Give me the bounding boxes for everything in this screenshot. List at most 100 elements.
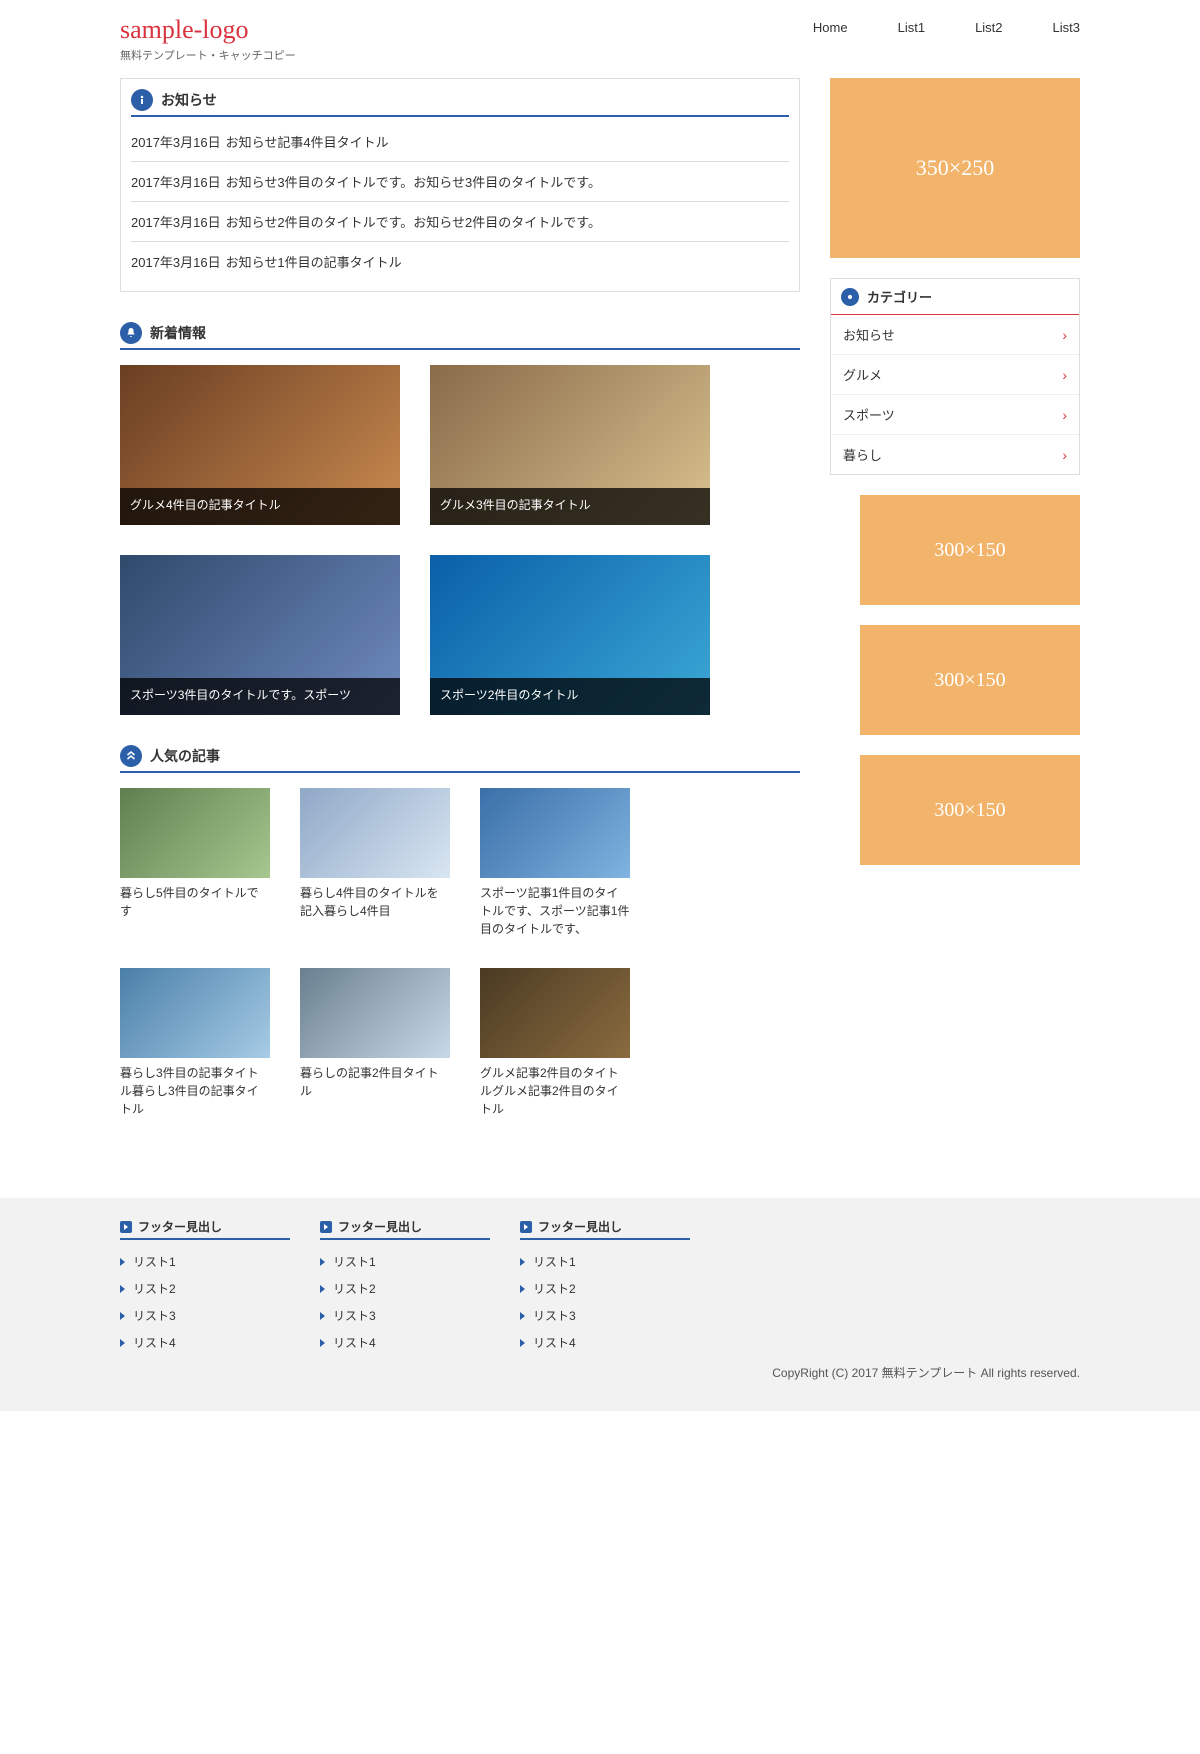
popular-image — [300, 788, 450, 878]
popular-heading: 人気の記事 — [120, 745, 800, 773]
footer-link[interactable]: リスト4 — [320, 1329, 490, 1356]
footer-link[interactable]: リスト4 — [520, 1329, 690, 1356]
news-title: お知らせ2件目のタイトルです。お知らせ2件目のタイトルです。 — [226, 215, 601, 230]
popular-grid: 暮らし5件目のタイトルです 暮らし4件目のタイトルを記入暮らし4件目 スポーツ記… — [120, 788, 800, 1118]
latest-card[interactable]: グルメ4件目の記事タイトル — [120, 365, 400, 525]
arrow-icon — [120, 1221, 132, 1233]
chevron-up-icon — [120, 745, 142, 767]
latest-card[interactable]: スポーツ2件目のタイトル — [430, 555, 710, 715]
footer-link[interactable]: リスト3 — [120, 1302, 290, 1329]
footer-heading-text: フッター見出し — [338, 1218, 422, 1235]
footer-list: リスト1 リスト2 リスト3 リスト4 — [320, 1248, 490, 1356]
popular-title: 暮らし5件目のタイトルです — [120, 884, 270, 920]
latest-grid: グルメ4件目の記事タイトル グルメ3件目の記事タイトル スポーツ3件目のタイトル… — [120, 365, 800, 715]
news-heading: お知らせ — [131, 89, 789, 117]
news-title: お知らせ記事4件目タイトル — [226, 135, 389, 150]
footer-list: リスト1 リスト2 リスト3 リスト4 — [520, 1248, 690, 1356]
sidebar-ad-350[interactable]: 350×250 — [830, 78, 1080, 258]
site-logo[interactable]: sample-logo — [120, 15, 296, 45]
category-label: お知らせ — [843, 325, 895, 344]
tagline: 無料テンプレート・キャッチコピー — [120, 47, 296, 63]
popular-image — [480, 968, 630, 1058]
popular-title: 暮らしの記事2件目タイトル — [300, 1064, 450, 1100]
popular-heading-text: 人気の記事 — [150, 746, 220, 766]
category-label: グルメ — [843, 365, 882, 384]
footer-link[interactable]: リスト3 — [320, 1302, 490, 1329]
sidebar-ad-300[interactable]: 300×150 — [860, 495, 1080, 605]
popular-image — [480, 788, 630, 878]
footer-col: フッター見出し リスト1 リスト2 リスト3 リスト4 — [120, 1218, 290, 1356]
footer-heading: フッター見出し — [320, 1218, 490, 1240]
card-caption: スポーツ3件目のタイトルです。スポーツ — [120, 678, 400, 715]
nav-list1[interactable]: List1 — [898, 20, 925, 35]
latest-card[interactable]: グルメ3件目の記事タイトル — [430, 365, 710, 525]
news-item[interactable]: 2017年3月16日お知らせ1件目の記事タイトル — [131, 242, 789, 281]
news-heading-text: お知らせ — [161, 90, 217, 110]
sidebar: 350×250 カテゴリー お知らせ› グルメ› スポーツ› 暮らし› 300×… — [830, 78, 1080, 1148]
popular-item[interactable]: 暮らし5件目のタイトルです — [120, 788, 270, 938]
footer-heading-text: フッター見出し — [138, 1218, 222, 1235]
popular-image — [120, 788, 270, 878]
popular-item[interactable]: 暮らしの記事2件目タイトル — [300, 968, 450, 1118]
footer-link[interactable]: リスト3 — [520, 1302, 690, 1329]
popular-title: スポーツ記事1件目のタイトルです、スポーツ記事1件目のタイトルです、 — [480, 884, 630, 938]
news-date: 2017年3月16日 — [131, 135, 221, 150]
card-caption: スポーツ2件目のタイトル — [430, 678, 710, 715]
latest-heading-text: 新着情報 — [150, 323, 206, 343]
category-heading-text: カテゴリー — [867, 287, 932, 306]
copyright: CopyRight (C) 2017 無料テンプレート All rights r… — [110, 1364, 1090, 1381]
footer-col: フッター見出し リスト1 リスト2 リスト3 リスト4 — [520, 1218, 690, 1356]
category-item[interactable]: お知らせ› — [831, 315, 1079, 355]
bell-icon — [120, 322, 142, 344]
footer-link[interactable]: リスト2 — [120, 1275, 290, 1302]
header: sample-logo 無料テンプレート・キャッチコピー Home List1 … — [120, 10, 1080, 78]
popular-item[interactable]: 暮らし4件目のタイトルを記入暮らし4件目 — [300, 788, 450, 938]
arrow-icon — [320, 1221, 332, 1233]
nav-list2[interactable]: List2 — [975, 20, 1002, 35]
category-heading: カテゴリー — [831, 279, 1079, 315]
category-list: お知らせ› グルメ› スポーツ› 暮らし› — [831, 315, 1079, 474]
footer-link[interactable]: リスト1 — [320, 1248, 490, 1275]
nav-list3[interactable]: List3 — [1053, 20, 1080, 35]
chevron-right-icon: › — [1062, 447, 1067, 463]
footer-link[interactable]: リスト1 — [520, 1248, 690, 1275]
sidebar-ad-300[interactable]: 300×150 — [860, 755, 1080, 865]
footer: フッター見出し リスト1 リスト2 リスト3 リスト4 フッター見出し リスト1… — [0, 1198, 1200, 1411]
news-title: お知らせ3件目のタイトルです。お知らせ3件目のタイトルです。 — [226, 175, 601, 190]
footer-heading: フッター見出し — [520, 1218, 690, 1240]
news-date: 2017年3月16日 — [131, 215, 221, 230]
popular-section: 人気の記事 暮らし5件目のタイトルです 暮らし4件目のタイトルを記入暮らし4件目… — [120, 745, 800, 1118]
popular-item[interactable]: グルメ記事2件目のタイトルグルメ記事2件目のタイトル — [480, 968, 630, 1118]
footer-link[interactable]: リスト1 — [120, 1248, 290, 1275]
popular-item[interactable]: スポーツ記事1件目のタイトルです、スポーツ記事1件目のタイトルです、 — [480, 788, 630, 938]
news-item[interactable]: 2017年3月16日お知らせ3件目のタイトルです。お知らせ3件目のタイトルです。 — [131, 162, 789, 202]
category-item[interactable]: グルメ› — [831, 355, 1079, 395]
latest-heading: 新着情報 — [120, 322, 800, 350]
popular-title: 暮らし4件目のタイトルを記入暮らし4件目 — [300, 884, 450, 920]
popular-item[interactable]: 暮らし3件目の記事タイトル暮らし3件目の記事タイトル — [120, 968, 270, 1118]
arrow-icon — [520, 1221, 532, 1233]
nav-home[interactable]: Home — [813, 20, 848, 35]
footer-col: フッター見出し リスト1 リスト2 リスト3 リスト4 — [320, 1218, 490, 1356]
sidebar-ad-300[interactable]: 300×150 — [860, 625, 1080, 735]
news-date: 2017年3月16日 — [131, 255, 221, 270]
latest-card[interactable]: スポーツ3件目のタイトルです。スポーツ — [120, 555, 400, 715]
footer-heading: フッター見出し — [120, 1218, 290, 1240]
news-section: お知らせ 2017年3月16日お知らせ記事4件目タイトル 2017年3月16日お… — [120, 78, 800, 292]
category-box: カテゴリー お知らせ› グルメ› スポーツ› 暮らし› — [830, 278, 1080, 475]
popular-image — [300, 968, 450, 1058]
category-item[interactable]: 暮らし› — [831, 435, 1079, 474]
footer-link[interactable]: リスト4 — [120, 1329, 290, 1356]
footer-heading-text: フッター見出し — [538, 1218, 622, 1235]
category-item[interactable]: スポーツ› — [831, 395, 1079, 435]
footer-link[interactable]: リスト2 — [520, 1275, 690, 1302]
popular-title: グルメ記事2件目のタイトルグルメ記事2件目のタイトル — [480, 1064, 630, 1118]
card-caption: グルメ3件目の記事タイトル — [430, 488, 710, 525]
footer-link[interactable]: リスト2 — [320, 1275, 490, 1302]
main-column: お知らせ 2017年3月16日お知らせ記事4件目タイトル 2017年3月16日お… — [120, 78, 800, 1148]
news-item[interactable]: 2017年3月16日お知らせ2件目のタイトルです。お知らせ2件目のタイトルです。 — [131, 202, 789, 242]
category-icon — [841, 288, 859, 306]
news-item[interactable]: 2017年3月16日お知らせ記事4件目タイトル — [131, 122, 789, 162]
news-title: お知らせ1件目の記事タイトル — [226, 255, 402, 270]
popular-title: 暮らし3件目の記事タイトル暮らし3件目の記事タイトル — [120, 1064, 270, 1118]
